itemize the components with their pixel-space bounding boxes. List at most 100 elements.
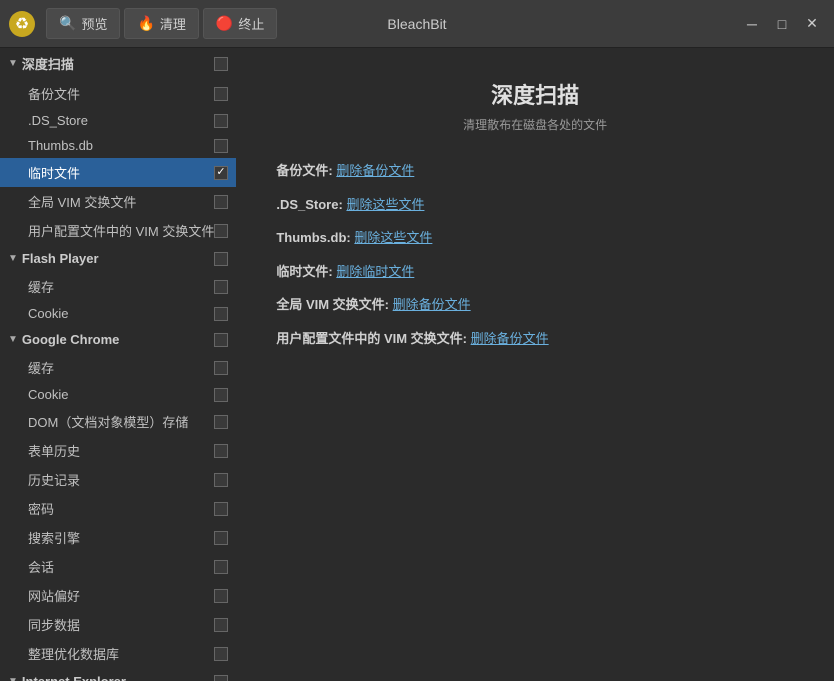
tree-item-chrome-pref[interactable]: 网站偏好 [0, 581, 236, 610]
group-header-internet-explorer[interactable]: ▼ Internet Explorer [0, 668, 236, 681]
desc-row-3: 临时文件: 删除临时文件 [276, 262, 794, 282]
desc-key-3: 临时文件: [276, 264, 332, 279]
tree-item-global-vim-swap[interactable]: 全局 VIM 交换文件 [0, 187, 236, 216]
item-checkbox-flash-cache[interactable] [214, 280, 228, 294]
item-label-chrome-sync: 同步数据 [28, 615, 214, 634]
desc-value-1[interactable]: 删除这些文件 [346, 197, 424, 212]
item-label-chrome-cookie: Cookie [28, 387, 214, 402]
desc-value-0[interactable]: 删除备份文件 [336, 163, 414, 178]
clean-button[interactable]: 🔥 清理 [124, 8, 198, 39]
tree-item-user-vim-swap[interactable]: 用户配置文件中的 VIM 交换文件 [0, 216, 236, 245]
clean-label: 清理 [160, 14, 186, 33]
item-checkbox-chrome-session[interactable] [214, 560, 228, 574]
item-checkbox-chrome-sync[interactable] [214, 618, 228, 632]
tree-item-chrome-vacuum[interactable]: 整理优化数据库 [0, 639, 236, 668]
preview-icon: 🔍 [59, 15, 76, 32]
item-checkbox-thumbs-db[interactable] [214, 139, 228, 153]
group-header-deep-scan[interactable]: ▼ 深度扫描 [0, 48, 236, 79]
description-list: 备份文件: 删除备份文件.DS_Store: 删除这些文件Thumbs.db: … [276, 161, 794, 348]
tree-item-chrome-password[interactable]: 密码 [0, 494, 236, 523]
stop-icon: 🔴 [216, 15, 233, 32]
content-title: 深度扫描 [276, 78, 794, 110]
item-checkbox-chrome-cache[interactable] [214, 361, 228, 375]
sidebar-wrapper: ▼ 深度扫描 备份文件 .DS_Store Thumbs.db 临时文件 全局 … [0, 48, 236, 681]
tree-item-flash-cookie[interactable]: Cookie [0, 301, 236, 326]
item-label-flash-cookie: Cookie [28, 306, 214, 321]
item-label-chrome-dom: DOM（文档对象模型）存储 [28, 412, 214, 431]
group-header-google-chrome[interactable]: ▼ Google Chrome [0, 326, 236, 353]
group-label-deep-scan: 深度扫描 [22, 54, 74, 73]
tree-item-flash-cache[interactable]: 缓存 [0, 272, 236, 301]
desc-value-2[interactable]: 删除这些文件 [354, 230, 432, 245]
group-header-flash-player[interactable]: ▼ Flash Player [0, 245, 236, 272]
tree-item-chrome-cookie[interactable]: Cookie [0, 382, 236, 407]
tree-item-backup-files[interactable]: 备份文件 [0, 79, 236, 108]
item-checkbox-chrome-history[interactable] [214, 473, 228, 487]
item-checkbox-chrome-vacuum[interactable] [214, 647, 228, 661]
item-checkbox-chrome-cookie[interactable] [214, 388, 228, 402]
desc-key-2: Thumbs.db: [276, 230, 350, 245]
maximize-button[interactable]: □ [768, 10, 796, 38]
group-checkbox-flash-player[interactable] [214, 252, 228, 266]
desc-row-1: .DS_Store: 删除这些文件 [276, 195, 794, 215]
stop-button[interactable]: 🔴 终止 [203, 8, 277, 39]
item-checkbox-flash-cookie[interactable] [214, 307, 228, 321]
tree-item-chrome-sync[interactable]: 同步数据 [0, 610, 236, 639]
content-subtitle: 清理散布在磁盘各处的文件 [276, 116, 794, 133]
group-checkbox-internet-explorer[interactable] [214, 675, 228, 681]
content-panel: 深度扫描 清理散布在磁盘各处的文件 备份文件: 删除备份文件 .DS_Store:… [236, 48, 834, 681]
preview-label: 预览 [81, 14, 107, 33]
tree-item-ds-store[interactable]: .DS_Store [0, 108, 236, 133]
titlebar: ♻ 🔍 预览 🔥 清理 🔴 终止 BleachBit ─ □ ✕ [0, 0, 834, 48]
item-checkbox-chrome-dom[interactable] [214, 415, 228, 429]
tree-item-chrome-history[interactable]: 历史记录 [0, 465, 236, 494]
tree-item-chrome-cache[interactable]: 缓存 [0, 353, 236, 382]
tree-item-temp-files[interactable]: 临时文件 [0, 158, 236, 187]
tree-item-chrome-dom[interactable]: DOM（文档对象模型）存储 [0, 407, 236, 436]
minimize-button[interactable]: ─ [738, 10, 766, 38]
item-label-thumbs-db: Thumbs.db [28, 138, 214, 153]
item-label-chrome-search: 搜索引擎 [28, 528, 214, 547]
group-label-internet-explorer: Internet Explorer [22, 674, 126, 681]
item-checkbox-chrome-password[interactable] [214, 502, 228, 516]
item-checkbox-ds-store[interactable] [214, 114, 228, 128]
arrow-icon-flash-player: ▼ [8, 253, 18, 264]
app-logo: ♻ [8, 10, 36, 38]
group-checkbox-google-chrome[interactable] [214, 333, 228, 347]
item-label-chrome-cache: 缓存 [28, 358, 214, 377]
item-label-chrome-vacuum: 整理优化数据库 [28, 644, 214, 663]
item-checkbox-chrome-form-history[interactable] [214, 444, 228, 458]
item-label-chrome-session: 会话 [28, 557, 214, 576]
item-checkbox-backup-files[interactable] [214, 87, 228, 101]
desc-value-5[interactable]: 删除备份文件 [471, 331, 549, 346]
item-checkbox-chrome-pref[interactable] [214, 589, 228, 603]
desc-row-0: 备份文件: 删除备份文件 [276, 161, 794, 181]
item-checkbox-global-vim-swap[interactable] [214, 195, 228, 209]
item-label-user-vim-swap: 用户配置文件中的 VIM 交换文件 [28, 221, 214, 240]
group-label-flash-player: Flash Player [22, 251, 99, 266]
tree-item-chrome-form-history[interactable]: 表单历史 [0, 436, 236, 465]
item-checkbox-chrome-search[interactable] [214, 531, 228, 545]
item-label-chrome-password: 密码 [28, 499, 214, 518]
desc-value-4[interactable]: 删除备份文件 [393, 297, 471, 312]
tree-item-thumbs-db[interactable]: Thumbs.db [0, 133, 236, 158]
arrow-icon-internet-explorer: ▼ [8, 676, 18, 681]
item-label-chrome-pref: 网站偏好 [28, 586, 214, 605]
tree-item-chrome-session[interactable]: 会话 [0, 552, 236, 581]
item-label-chrome-history: 历史记录 [28, 470, 214, 489]
main-layout: ▼ 深度扫描 备份文件 .DS_Store Thumbs.db 临时文件 全局 … [0, 48, 834, 681]
tree-item-chrome-search[interactable]: 搜索引擎 [0, 523, 236, 552]
desc-value-3[interactable]: 删除临时文件 [336, 264, 414, 279]
preview-button[interactable]: 🔍 预览 [46, 8, 120, 39]
window-controls: ─ □ ✕ [738, 10, 826, 38]
group-checkbox-deep-scan[interactable] [214, 57, 228, 71]
toolbar: ♻ 🔍 预览 🔥 清理 🔴 终止 [8, 8, 277, 39]
item-checkbox-temp-files[interactable] [214, 166, 228, 180]
item-label-ds-store: .DS_Store [28, 113, 214, 128]
desc-key-5: 用户配置文件中的 VIM 交换文件: [276, 331, 467, 346]
close-button[interactable]: ✕ [798, 10, 826, 38]
desc-key-4: 全局 VIM 交换文件: [276, 297, 389, 312]
group-label-google-chrome: Google Chrome [22, 332, 120, 347]
arrow-icon-deep-scan: ▼ [8, 58, 18, 69]
item-checkbox-user-vim-swap[interactable] [214, 224, 228, 238]
